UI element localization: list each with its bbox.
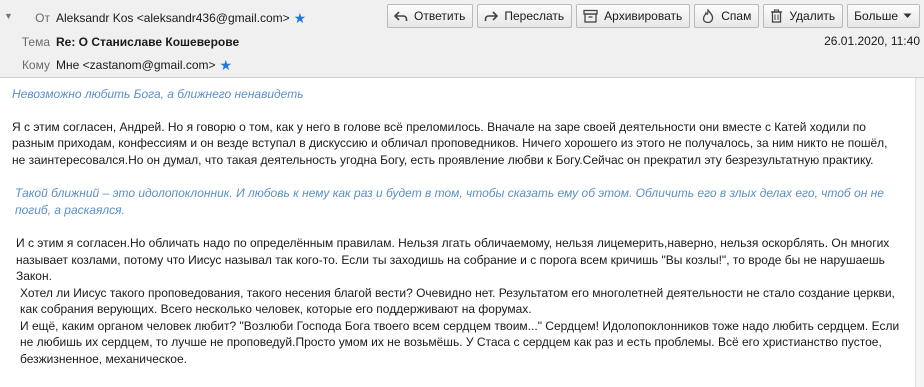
chevron-down-icon [903, 13, 912, 18]
forward-icon [485, 11, 499, 21]
body-paragraph: Я с этим согласен, Андрей. Но я говорю о… [12, 119, 888, 167]
from-label: От [35, 11, 50, 25]
reply-icon [394, 11, 408, 21]
body-paragraph: Хотел ли Иисус такого проповедования, та… [20, 285, 895, 317]
vertical-scrollbar[interactable] [915, 78, 924, 387]
body-paragraph: И с этим я согласен.Но обличать надо по … [16, 236, 890, 283]
spam-button[interactable]: Спам [694, 4, 760, 28]
subject-row: Тема Re: О Станиславе Кошеверове [14, 32, 239, 52]
from-row: От Aleksandr Kos <aleksandr436@gmail.com… [14, 8, 306, 28]
delete-label: Удалить [789, 9, 836, 23]
forward-button[interactable]: Переслать [477, 4, 573, 28]
quote-text: Невозможно любить Бога, а ближнего ненав… [12, 87, 304, 101]
flame-icon [703, 9, 714, 23]
quote-text: Такой ближний – это идолопоклонник. И лю… [15, 186, 884, 217]
star-icon[interactable]: ★ [220, 58, 233, 72]
archive-icon [583, 9, 598, 23]
star-icon[interactable]: ★ [294, 11, 307, 25]
delete-button[interactable]: Удалить [763, 4, 844, 28]
reply-button[interactable]: Ответить [387, 4, 474, 28]
archive-button[interactable]: Архивировать [576, 4, 691, 28]
subject-label: Тема [21, 35, 50, 49]
subject-text: Re: О Станиславе Кошеверове [56, 35, 240, 49]
message-toolbar: Ответить Переслать Архивировать Спам Уда… [387, 4, 920, 28]
spam-label: Спам [721, 9, 752, 23]
from-address[interactable]: Aleksandr Kos <aleksandr436@gmail.com> [56, 11, 290, 25]
forward-label: Переслать [504, 9, 565, 23]
to-address[interactable]: Мне <zastanom@gmail.com> [56, 58, 216, 72]
more-label: Больше [854, 9, 898, 23]
more-button[interactable]: Больше [847, 4, 920, 28]
trash-icon [771, 9, 783, 23]
body-paragraph: И ещё, каким органом человек любит? "Воз… [20, 318, 900, 366]
message-header: ▼ От Aleksandr Kos <aleksandr436@gmail.c… [0, 0, 924, 78]
archive-label: Архивировать [604, 9, 683, 23]
to-row: Кому Мне <zastanom@gmail.com> ★ [14, 55, 232, 75]
message-date: 26.01.2020, 11:40 [824, 34, 920, 48]
message-body: Невозможно любить Бога, а ближнего ненав… [0, 78, 916, 387]
collapse-triangle-icon[interactable]: ▼ [4, 11, 13, 21]
to-label: Кому [21, 58, 50, 72]
reply-label: Ответить [414, 9, 466, 23]
